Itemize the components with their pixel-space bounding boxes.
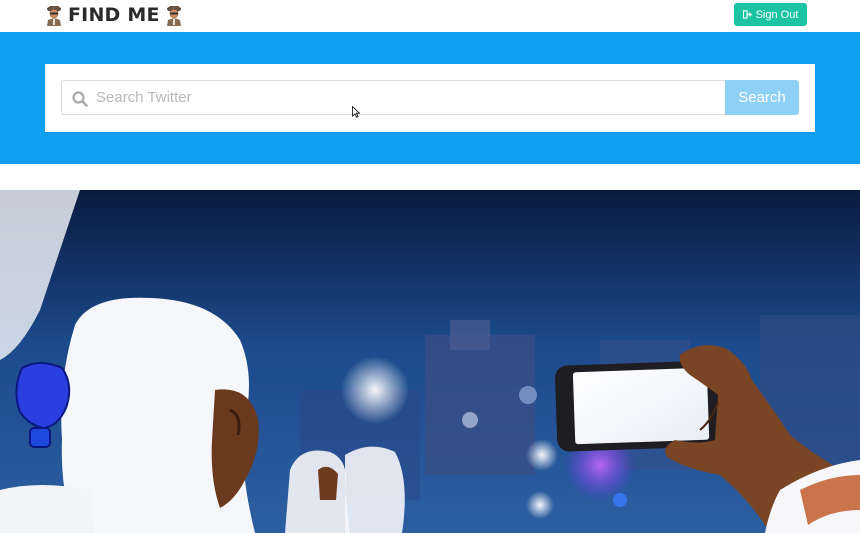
search-button[interactable]: Search xyxy=(725,80,799,115)
hero-image xyxy=(0,190,860,533)
search-icon xyxy=(72,91,88,107)
sign-out-button[interactable]: Sign Out xyxy=(734,3,807,26)
sign-out-label: Sign Out xyxy=(755,8,799,21)
sign-out-icon xyxy=(742,10,752,19)
brand-title: FIND ME xyxy=(68,4,160,26)
brand[interactable]: FIND ME xyxy=(44,3,184,27)
navbar: FIND ME Sign Out xyxy=(0,0,860,32)
search-input[interactable] xyxy=(96,81,716,114)
detective-icon xyxy=(47,6,61,26)
search-field[interactable] xyxy=(61,80,725,115)
detective-icon xyxy=(166,6,181,26)
mouse-cursor-icon xyxy=(352,106,360,118)
